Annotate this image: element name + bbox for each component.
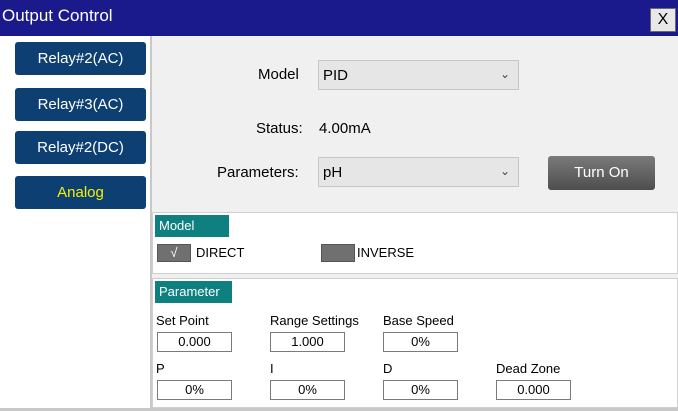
set-point-field[interactable]: 0.000 bbox=[157, 332, 232, 352]
sidebar-item-analog[interactable]: Analog bbox=[15, 176, 146, 209]
model-select[interactable]: PID ⌄ bbox=[318, 60, 519, 90]
sidebar: Relay#2(AC) Relay#3(AC) Relay#2(DC) Anal… bbox=[0, 36, 152, 411]
direct-label: DIRECT bbox=[196, 245, 245, 260]
close-button[interactable]: X bbox=[650, 8, 676, 32]
parameter-section: Parameter Set Point 0.000 Range Settings… bbox=[152, 278, 678, 408]
title-bar: Output Control X bbox=[0, 0, 678, 36]
base-speed-field[interactable]: 0% bbox=[383, 332, 458, 352]
window-title: Output Control bbox=[2, 6, 113, 25]
inverse-radio[interactable] bbox=[321, 244, 355, 262]
parameters-select[interactable]: pH ⌄ bbox=[318, 157, 519, 187]
p-label: P bbox=[156, 361, 165, 376]
range-settings-label: Range Settings bbox=[270, 313, 359, 328]
dead-zone-field[interactable]: 0.000 bbox=[496, 380, 571, 400]
model-label: Model bbox=[258, 66, 299, 83]
model-section: Model √ DIRECT INVERSE bbox=[152, 212, 678, 274]
sidebar-item-relay3-ac[interactable]: Relay#3(AC) bbox=[15, 88, 146, 121]
parameters-label: Parameters: bbox=[217, 164, 299, 181]
d-label: D bbox=[383, 361, 393, 376]
model-section-header: Model bbox=[155, 215, 229, 237]
direct-radio[interactable]: √ bbox=[157, 244, 191, 262]
parameter-section-header: Parameter bbox=[155, 281, 232, 303]
status-label: Status: bbox=[256, 120, 303, 137]
d-field[interactable]: 0% bbox=[383, 380, 458, 400]
status-value: 4.00mA bbox=[319, 120, 371, 137]
parameters-select-value: pH bbox=[323, 164, 343, 181]
p-field[interactable]: 0% bbox=[157, 380, 232, 400]
sidebar-item-relay2-ac[interactable]: Relay#2(AC) bbox=[15, 42, 146, 75]
base-speed-label: Base Speed bbox=[383, 313, 454, 328]
model-select-value: PID bbox=[323, 67, 349, 84]
sidebar-item-relay2-dc[interactable]: Relay#2(DC) bbox=[15, 131, 146, 164]
inverse-label: INVERSE bbox=[357, 245, 415, 260]
dead-zone-label: Dead Zone bbox=[496, 361, 561, 376]
chevron-down-icon: ⌄ bbox=[499, 67, 510, 81]
set-point-label: Set Point bbox=[156, 313, 209, 328]
range-settings-field[interactable]: 1.000 bbox=[270, 332, 345, 352]
turn-on-button[interactable]: Turn On bbox=[548, 156, 655, 190]
chevron-down-icon: ⌄ bbox=[499, 164, 510, 178]
i-label: I bbox=[270, 361, 274, 376]
i-field[interactable]: 0% bbox=[270, 380, 345, 400]
